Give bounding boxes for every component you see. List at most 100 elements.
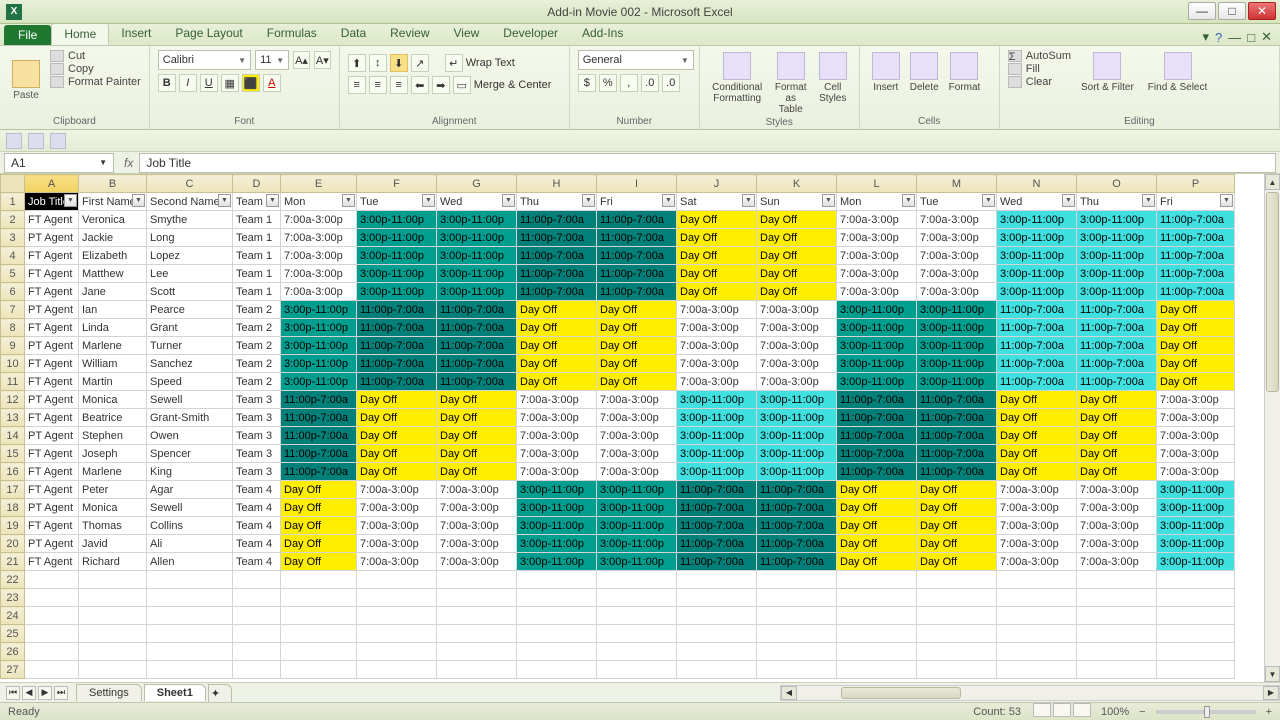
cell[interactable] xyxy=(79,571,147,589)
cell[interactable]: 11:00p-7:00a xyxy=(677,499,757,517)
cell[interactable]: 3:00p-11:00p xyxy=(1157,481,1235,499)
cell[interactable]: Jackie xyxy=(79,229,147,247)
cell[interactable] xyxy=(25,625,79,643)
cell[interactable]: Day Off xyxy=(917,517,997,535)
cell[interactable]: Team 4 xyxy=(233,517,281,535)
cell[interactable]: 3:00p-11:00p xyxy=(1077,229,1157,247)
cell[interactable]: 7:00a-3:00p xyxy=(837,211,917,229)
cell[interactable]: Team 1 xyxy=(233,247,281,265)
grow-font-button[interactable]: A▴ xyxy=(293,51,310,69)
cell[interactable]: Day Off xyxy=(597,301,677,319)
close-button[interactable]: ✕ xyxy=(1248,2,1276,20)
cell[interactable]: 7:00a-3:00p xyxy=(437,535,517,553)
comma-button[interactable]: , xyxy=(620,74,638,92)
cell[interactable]: FT Agent xyxy=(25,481,79,499)
cell[interactable]: 7:00a-3:00p xyxy=(917,283,997,301)
cell[interactable] xyxy=(79,643,147,661)
cell[interactable]: 3:00p-11:00p xyxy=(437,283,517,301)
cell[interactable]: 7:00a-3:00p xyxy=(757,337,837,355)
cell[interactable]: 11:00p-7:00a xyxy=(1157,211,1235,229)
filter-dropdown-icon[interactable]: ▼ xyxy=(218,194,231,207)
cell[interactable] xyxy=(147,589,233,607)
row-header-20[interactable]: 20 xyxy=(1,535,25,553)
row-header-27[interactable]: 27 xyxy=(1,661,25,679)
filter-header-cell[interactable]: Sun▼ xyxy=(757,193,837,211)
ribbon-tab-data[interactable]: Data xyxy=(329,23,378,45)
cell[interactable]: 3:00p-11:00p xyxy=(357,283,437,301)
cell[interactable] xyxy=(147,661,233,679)
cell[interactable]: 3:00p-11:00p xyxy=(1157,517,1235,535)
cell[interactable] xyxy=(233,661,281,679)
row-header-8[interactable]: 8 xyxy=(1,319,25,337)
cell[interactable]: FT Agent xyxy=(25,265,79,283)
cell[interactable]: 3:00p-11:00p xyxy=(281,355,357,373)
cell[interactable]: 7:00a-3:00p xyxy=(357,481,437,499)
horizontal-scrollbar[interactable]: ◀ ▶ xyxy=(780,685,1280,701)
bold-button[interactable]: B xyxy=(158,74,176,92)
cell[interactable]: Day Off xyxy=(517,355,597,373)
cell[interactable]: 3:00p-11:00p xyxy=(597,553,677,571)
cell[interactable] xyxy=(25,661,79,679)
cell[interactable] xyxy=(147,625,233,643)
cell[interactable]: 11:00p-7:00a xyxy=(517,247,597,265)
cell[interactable]: Day Off xyxy=(437,391,517,409)
cell[interactable]: Team 3 xyxy=(233,409,281,427)
row-header-14[interactable]: 14 xyxy=(1,427,25,445)
cell[interactable] xyxy=(677,571,757,589)
cell[interactable]: 11:00p-7:00a xyxy=(1157,229,1235,247)
cell[interactable]: 3:00p-11:00p xyxy=(437,247,517,265)
cell[interactable] xyxy=(757,643,837,661)
cell-styles-button[interactable]: Cell Styles xyxy=(815,50,851,117)
select-all-corner[interactable] xyxy=(1,175,25,193)
cell[interactable]: Day Off xyxy=(917,535,997,553)
worksheet-grid[interactable]: ABCDEFGHIJKLMNOP1Job Title▼First Name▼Se… xyxy=(0,174,1280,682)
cell[interactable]: 11:00p-7:00a xyxy=(597,229,677,247)
filter-dropdown-icon[interactable]: ▼ xyxy=(822,194,835,207)
cell[interactable] xyxy=(1157,571,1235,589)
col-header-J[interactable]: J xyxy=(677,175,757,193)
cell[interactable]: 11:00p-7:00a xyxy=(677,481,757,499)
cell[interactable] xyxy=(25,643,79,661)
filter-header-cell[interactable]: Thu▼ xyxy=(1077,193,1157,211)
cell[interactable]: Team 2 xyxy=(233,373,281,391)
col-header-I[interactable]: I xyxy=(597,175,677,193)
ribbon-tab-developer[interactable]: Developer xyxy=(491,23,570,45)
filter-dropdown-icon[interactable]: ▼ xyxy=(342,194,355,207)
cell[interactable]: Sewell xyxy=(147,499,233,517)
cell[interactable]: 11:00p-7:00a xyxy=(357,301,437,319)
cell[interactable]: 11:00p-7:00a xyxy=(677,535,757,553)
cell[interactable]: Day Off xyxy=(517,301,597,319)
cell[interactable]: 3:00p-11:00p xyxy=(677,463,757,481)
cell[interactable]: 11:00p-7:00a xyxy=(517,211,597,229)
cell[interactable]: 11:00p-7:00a xyxy=(997,373,1077,391)
cell[interactable]: 11:00p-7:00a xyxy=(917,445,997,463)
cell[interactable]: 3:00p-11:00p xyxy=(1157,499,1235,517)
cell[interactable]: 11:00p-7:00a xyxy=(281,427,357,445)
cell[interactable]: 11:00p-7:00a xyxy=(437,373,517,391)
align-bottom-button[interactable]: ⬇ xyxy=(390,54,408,72)
col-header-F[interactable]: F xyxy=(357,175,437,193)
cell[interactable]: Day Off xyxy=(837,481,917,499)
filter-header-cell[interactable]: Mon▼ xyxy=(837,193,917,211)
row-header-10[interactable]: 10 xyxy=(1,355,25,373)
cell[interactable] xyxy=(517,661,597,679)
cell[interactable]: 3:00p-11:00p xyxy=(357,229,437,247)
cell[interactable]: 7:00a-3:00p xyxy=(677,319,757,337)
wrap-text-button[interactable]: ↵ xyxy=(445,54,463,72)
cell[interactable]: Day Off xyxy=(917,499,997,517)
cell[interactable]: 3:00p-11:00p xyxy=(1077,283,1157,301)
row-header-6[interactable]: 6 xyxy=(1,283,25,301)
col-header-K[interactable]: K xyxy=(757,175,837,193)
font-name-combo[interactable]: Calibri▼ xyxy=(158,50,251,70)
cell[interactable]: FT Agent xyxy=(25,517,79,535)
cell[interactable]: Day Off xyxy=(281,499,357,517)
cell[interactable]: 7:00a-3:00p xyxy=(437,517,517,535)
cell[interactable]: 3:00p-11:00p xyxy=(281,319,357,337)
underline-button[interactable]: U xyxy=(200,74,218,92)
cell[interactable]: 3:00p-11:00p xyxy=(281,373,357,391)
cell[interactable] xyxy=(997,607,1077,625)
copy-button[interactable]: Copy xyxy=(50,63,141,75)
cell[interactable]: Lee xyxy=(147,265,233,283)
col-header-C[interactable]: C xyxy=(147,175,233,193)
cell[interactable]: 7:00a-3:00p xyxy=(837,265,917,283)
